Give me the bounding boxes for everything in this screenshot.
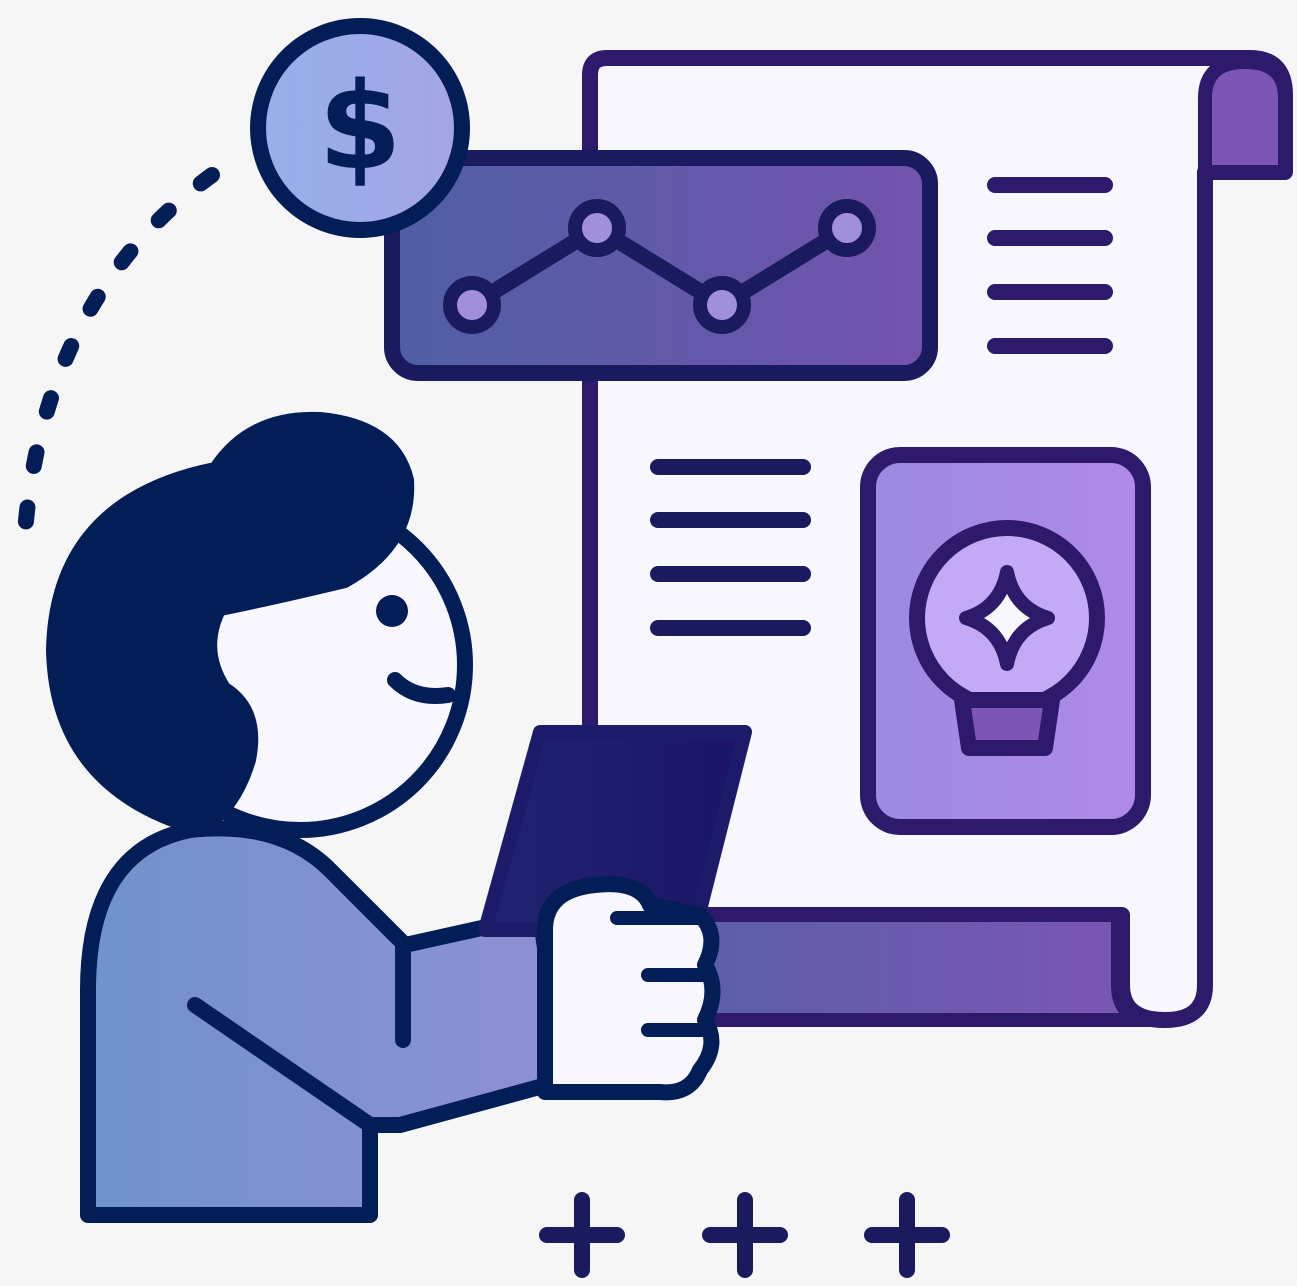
plus-icon	[702, 1192, 788, 1278]
scroll-bottom-roll	[683, 908, 1157, 1027]
finance-presentation-illustration: $	[16, 18, 1293, 1278]
plus-icon	[539, 1192, 625, 1278]
chart-card	[384, 150, 938, 381]
coin-symbol: $	[318, 58, 402, 197]
scroll-top-curl	[1198, 55, 1292, 179]
plus-icons	[539, 1192, 950, 1278]
dollar-coin-icon: $	[250, 18, 470, 238]
plus-icon	[864, 1192, 950, 1278]
idea-card	[860, 447, 1151, 835]
eye	[376, 595, 408, 627]
